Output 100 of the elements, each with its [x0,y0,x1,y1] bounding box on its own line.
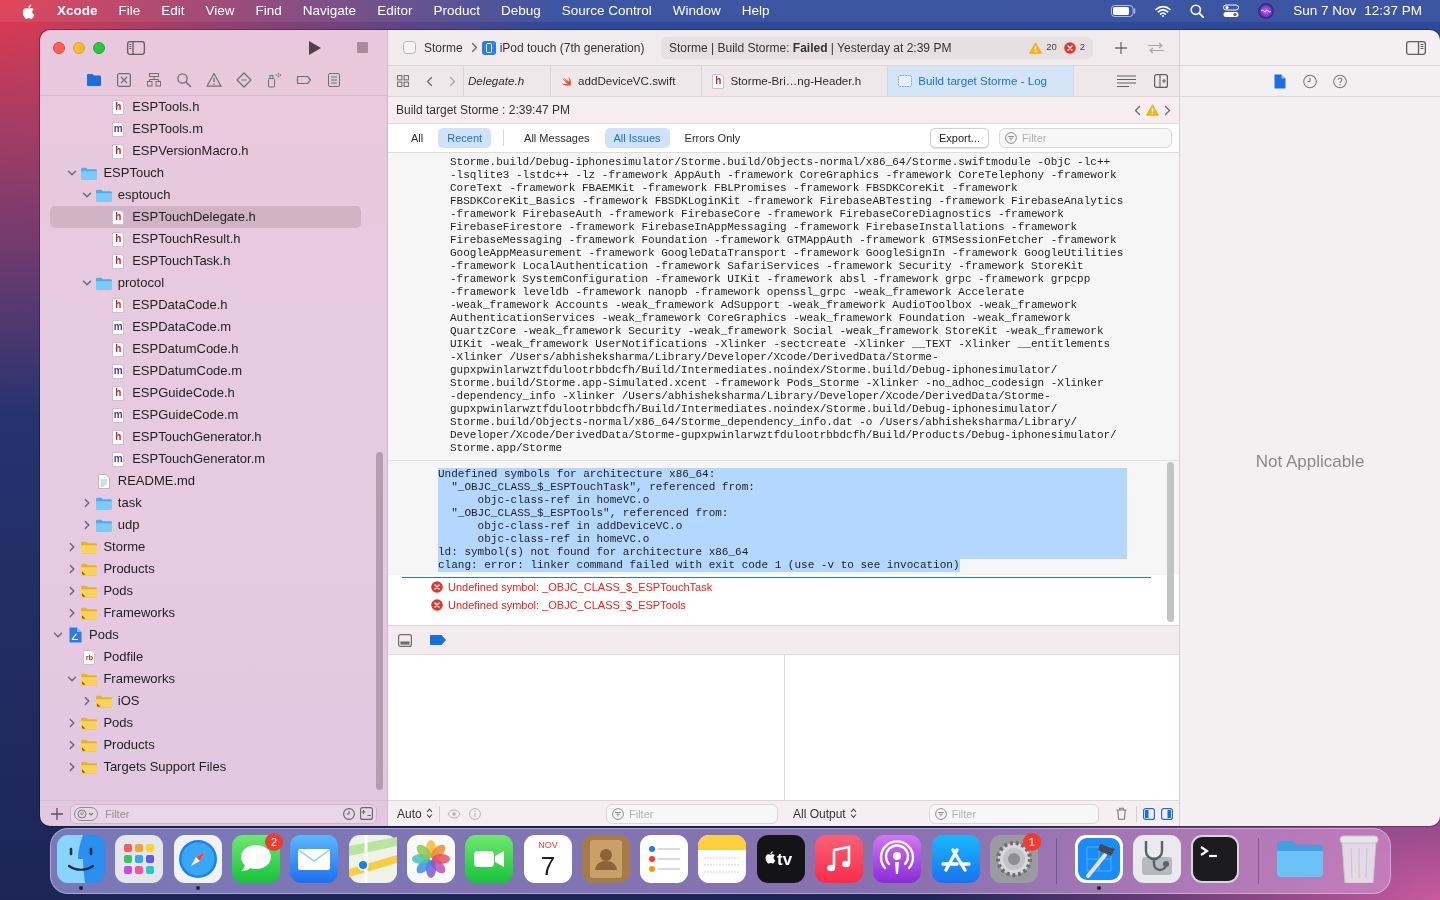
plus-icon[interactable] [1115,41,1127,54]
tree-item[interactable]: README.md [50,470,361,492]
tree-item[interactable]: udp [50,514,361,536]
menu-item[interactable]: Help [741,0,770,22]
speech-bubble-icon[interactable] [232,835,281,883]
podcast-icon[interactable] [873,835,922,883]
tree-item[interactable]: Storme [50,536,361,558]
warning-icon[interactable] [206,72,222,88]
error-count[interactable]: 2 [1079,40,1085,55]
tree-item[interactable]: Frameworks [50,602,361,624]
clock-icon[interactable] [1303,73,1317,89]
filter-field[interactable]: Filter [70,803,377,824]
app-grid-icon[interactable] [115,835,164,883]
panel-right-icon[interactable] [1160,807,1173,820]
error-message[interactable]: Undefined symbol: _OBJC_CLASS_$_ESPTools [448,596,686,614]
music-note-icon[interactable] [815,835,863,883]
wifi-icon[interactable] [1155,5,1172,17]
export-button[interactable]: Export... [930,128,989,148]
command-prompt-icon[interactable] [1191,835,1240,883]
menu-item[interactable]: Source Control [561,0,652,22]
hammer-icon[interactable] [1074,835,1123,883]
battery-icon[interactable] [1111,5,1137,17]
filter-field[interactable]: Filter [928,803,1099,824]
tree-item[interactable]: m ESPTouchGenerator.m [50,448,361,470]
menu-item[interactable]: File [118,0,141,22]
chevron-right-icon[interactable] [1164,104,1171,116]
warning-count[interactable]: 20 [1046,40,1057,55]
chevron-down-icon[interactable] [67,168,78,178]
toggle-switches-icon[interactable] [1223,4,1240,18]
hierarchy-icon[interactable] [146,72,162,88]
contact-book-icon[interactable] [581,835,630,883]
inspector-toggle-icon[interactable] [1406,40,1426,55]
map-icon[interactable] [348,835,397,883]
editor-tab[interactable]: Build target Storme - Log [887,66,1075,96]
editor-tab[interactable]: Delegate.h [463,66,552,96]
menu-item[interactable]: Find [255,0,282,22]
video-camera-icon[interactable] [465,835,514,883]
tree-item[interactable]: Frameworks [50,668,361,690]
scope-menu[interactable]: Auto [397,804,422,823]
tree-item[interactable]: Products [50,558,361,580]
error-message[interactable]: Undefined symbol: _OBJC_CLASS_$_ESPTouchTask [448,578,713,596]
scope-menu[interactable]: All Output [793,804,846,823]
search-icon[interactable] [1190,4,1205,18]
panel-left-icon[interactable] [1142,807,1155,820]
menu-item[interactable]: Debug [500,0,541,22]
tree-item[interactable]: Pods [50,712,361,734]
chevron-down-icon[interactable] [53,630,63,640]
filter-tab[interactable]: All [402,128,433,148]
tree-item[interactable]: h ESPTouchDelegate.h [50,206,361,228]
filter-tab[interactable]: All Messages [515,128,599,148]
panel-bottom-icon[interactable] [398,633,412,647]
tree-item[interactable]: Products [50,734,361,756]
tree-item[interactable]: esptouch [50,184,361,206]
tree-item[interactable]: h ESPDatumCode.h [50,338,361,360]
envelope-icon[interactable] [290,835,339,883]
tree-item[interactable]: iOS [50,690,361,712]
tree-item[interactable]: h ESPTouchTask.h [50,250,361,272]
plus-icon[interactable] [51,807,63,820]
lines-icon[interactable] [1117,74,1136,88]
calendar-icon[interactable]: NOV 7 [523,835,572,883]
menu-item[interactable]: Window [672,0,721,22]
tree-item[interactable]: h ESPTouchResult.h [50,228,361,250]
grid-icon[interactable] [397,75,409,87]
tree-item[interactable]: ESPTouch [50,162,361,184]
menu-item[interactable]: Product [433,0,480,22]
jump-bar-path[interactable]: Build target Storme : 2:39:47 PM [396,101,571,119]
menu-item[interactable]: Editor [377,0,413,22]
swap-arrows-icon[interactable] [1147,41,1165,54]
filter-tab[interactable]: Errors Only [675,128,750,148]
filter-menu-icon[interactable] [74,806,98,821]
chevron-left-icon[interactable] [426,75,433,87]
x-square-icon[interactable] [116,72,132,88]
filter-field[interactable]: Filter [999,128,1172,148]
spray-can-icon[interactable] [266,72,282,88]
folder-icon[interactable] [86,72,102,88]
scrollbar-thumb[interactable] [1167,462,1174,622]
plus-minus-icon[interactable] [360,807,373,820]
tree-item[interactable]: Targets Support Files [50,756,361,778]
diamond-icon[interactable] [236,72,252,88]
sidebar-toggle-icon[interactable] [127,40,145,55]
orb-icon[interactable] [1258,3,1275,19]
notepad-icon[interactable] [698,835,747,883]
filter-tab[interactable]: All Issues [604,128,670,148]
file-icon[interactable] [1273,73,1287,89]
close-button[interactable] [53,41,65,54]
search-icon[interactable] [176,72,192,88]
tree-item[interactable]: h ESPTools.h [50,96,361,118]
editor-tab[interactable]: addDeviceVC.swift [550,66,703,96]
help-icon[interactable] [1333,73,1347,89]
tree-item[interactable]: h ESPTouchGenerator.h [50,426,361,448]
trash-icon[interactable] [1115,807,1127,820]
split-editor-icon[interactable] [1154,74,1168,88]
menu-bar-time[interactable]: 12:37 PM [1364,0,1422,22]
app-menu[interactable]: Xcode [57,0,98,22]
gear-icon[interactable] [989,835,1038,883]
brush-strokes-icon[interactable] [931,835,980,883]
scheme-name[interactable]: Storme [424,38,463,57]
tree-item[interactable]: Pods [50,624,361,646]
chevron-left-icon[interactable] [1134,104,1141,116]
chevron-right-icon[interactable] [449,75,456,87]
